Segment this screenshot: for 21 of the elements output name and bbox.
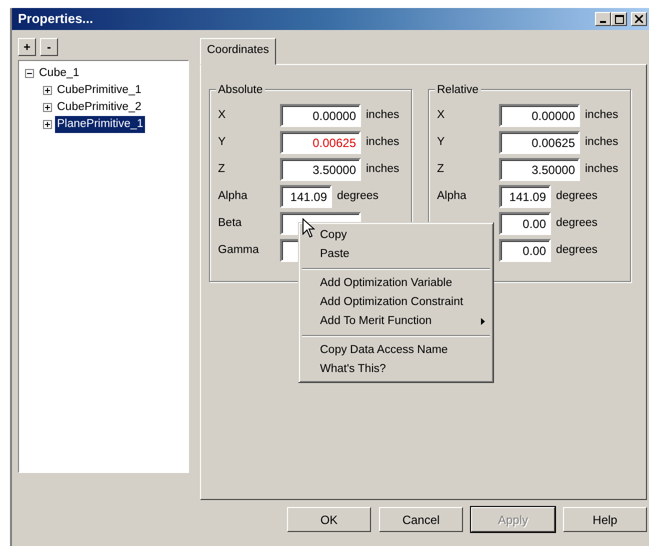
field-label: Alpha: [218, 189, 248, 204]
field-label: X: [437, 108, 446, 124]
field-label: Alpha: [437, 189, 468, 204]
field-label: X: [218, 108, 227, 124]
unit-label: inches: [585, 162, 618, 178]
unit-label: inches: [585, 135, 618, 150]
field-label: Gamma: [218, 243, 260, 258]
field-label: Beta: [218, 216, 243, 232]
window-title: Properties...: [18, 10, 94, 28]
field-label: Z: [218, 162, 226, 178]
unit-label: inches: [366, 162, 400, 178]
field-label: Y: [437, 135, 446, 150]
unit-label: inches: [366, 108, 400, 124]
unit-label: degrees: [556, 243, 598, 258]
unit-label: degrees: [556, 189, 598, 204]
field-label: Z: [437, 162, 446, 178]
unit-label: inches: [585, 108, 618, 124]
unit-label: degrees: [337, 189, 379, 204]
field-label: Y: [218, 135, 227, 150]
unit-label: degrees: [556, 216, 598, 232]
unit-label: inches: [366, 135, 400, 150]
